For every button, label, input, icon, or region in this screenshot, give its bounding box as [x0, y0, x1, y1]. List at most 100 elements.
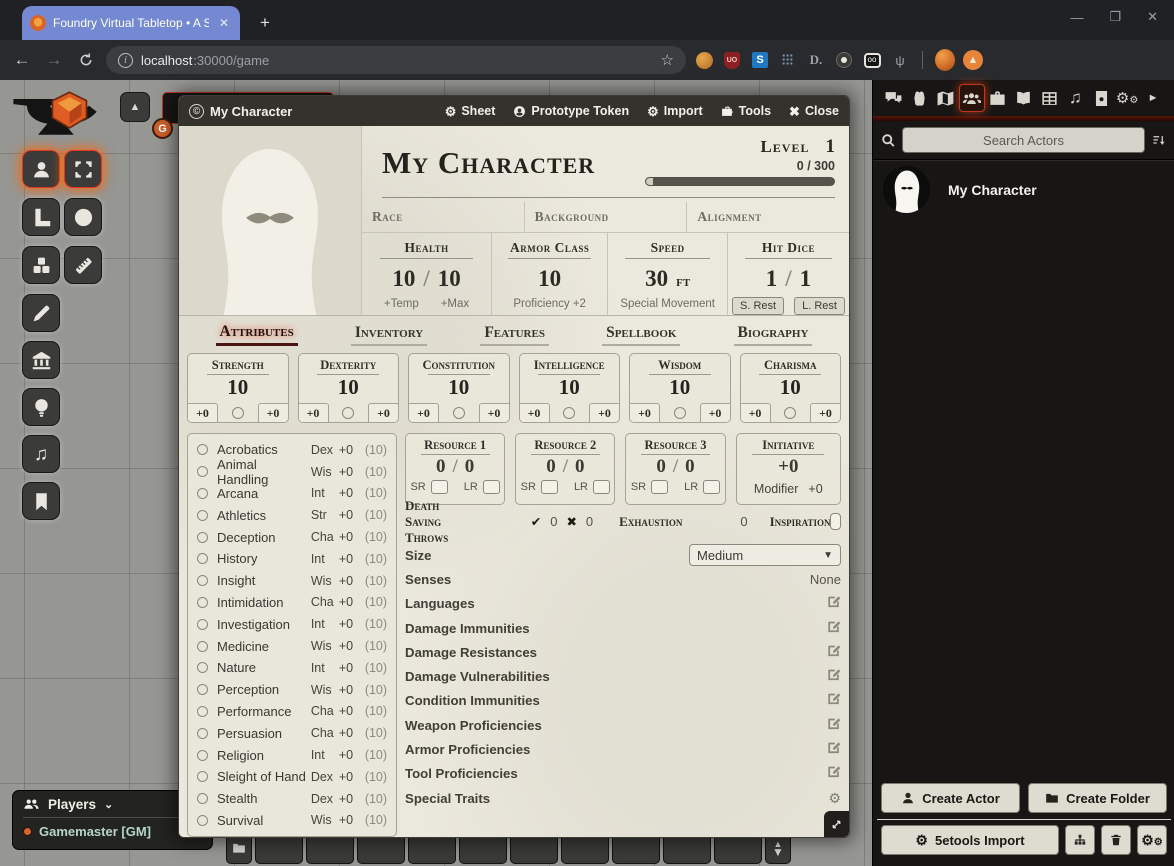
window-titlebar[interactable]: © My Character ⚙ Sheet Prototype Token ⚙… [179, 96, 849, 126]
skill-proficiency-radio[interactable] [197, 793, 208, 804]
box-icon[interactable]: oo [862, 50, 882, 70]
ability-modifier[interactable]: +0 [188, 403, 218, 422]
sheet-tab[interactable]: Biography [734, 324, 813, 346]
ability-score[interactable]: 10 [227, 375, 248, 400]
skill-row[interactable]: Investigation Int +0 (10) [197, 613, 387, 635]
skill-proficiency-radio[interactable] [197, 532, 208, 543]
search-input[interactable] [902, 127, 1145, 153]
resource-card[interactable]: Resource 2 0 / 0 SR LR [515, 433, 615, 505]
edit-icon[interactable] [827, 764, 841, 783]
sort-filter-icon[interactable] [1151, 133, 1166, 148]
skill-name[interactable]: Investigation [217, 617, 311, 632]
race-field[interactable]: Race [362, 202, 524, 232]
window-maximize-icon[interactable]: ❐ [1109, 9, 1121, 25]
forward-icon[interactable]: → [42, 48, 66, 72]
skill-row[interactable]: Medicine Wis +0 (10) [197, 635, 387, 657]
lr-checkbox[interactable] [593, 480, 610, 494]
skill-row[interactable]: Intimidation Cha +0 (10) [197, 592, 387, 614]
skill-name[interactable]: Acrobatics [217, 442, 311, 457]
edit-icon[interactable] [827, 619, 841, 638]
drawing-tool[interactable] [22, 294, 60, 332]
ruler-tool[interactable] [22, 198, 60, 236]
skill-row[interactable]: Survival Wis +0 (10) [197, 810, 387, 832]
skill-row[interactable]: Performance Cha +0 (10) [197, 701, 387, 723]
skill-proficiency-radio[interactable] [197, 510, 208, 521]
edit-icon[interactable] [827, 691, 841, 710]
window-minimize-icon[interactable]: — [1070, 10, 1083, 25]
hp-max[interactable]: 10 [438, 266, 461, 292]
import-button[interactable]: ⚙ Import [647, 104, 703, 118]
ability-save[interactable]: +0 [368, 403, 398, 422]
grid-icon[interactable]: ▪▪▪▪▪▪▪▪▪ [778, 50, 798, 70]
skill-name[interactable]: Medicine [217, 639, 311, 654]
players-header[interactable]: Players ⌄ [23, 796, 202, 818]
ability-save[interactable]: +0 [700, 403, 730, 422]
death-failure-icon[interactable]: ✖ [566, 514, 576, 529]
ability-save[interactable]: +0 [258, 403, 288, 422]
death-failure-count[interactable]: 0 [586, 514, 593, 529]
resource-card[interactable]: Resource 1 0 / 0 SR LR [405, 433, 505, 505]
lr-checkbox[interactable] [483, 480, 500, 494]
scenes-tab[interactable] [933, 84, 959, 112]
ability-score[interactable]: 10 [559, 375, 580, 400]
edit-icon[interactable] [827, 594, 841, 613]
ability-score[interactable]: 10 [669, 375, 690, 400]
sound-tool[interactable]: ♫ [22, 435, 60, 473]
tiles-tool[interactable] [22, 341, 60, 379]
skill-row[interactable]: Persuasion Cha +0 (10) [197, 722, 387, 744]
ability-card[interactable]: Strength 10 +0 +0 [187, 353, 289, 423]
sr-checkbox[interactable] [541, 480, 558, 494]
lr-checkbox[interactable] [703, 480, 720, 494]
resource-max[interactable]: 0 [685, 456, 695, 478]
resource-value[interactable]: 0 [546, 456, 556, 478]
measure-tool[interactable] [64, 246, 102, 284]
resource-label[interactable]: Resource 3 [645, 438, 707, 453]
dice-tool[interactable] [22, 246, 60, 284]
skill-name[interactable]: Sleight of Hand [217, 769, 311, 784]
bookmark-star-icon[interactable]: ☆ [661, 51, 674, 69]
ability-modifier[interactable]: +0 [409, 403, 439, 422]
initiative-value[interactable]: +0 [778, 456, 798, 478]
skill-proficiency-radio[interactable] [197, 575, 208, 586]
stylus-icon[interactable]: S [750, 50, 770, 70]
configure-button[interactable]: ⚙⚙ [1137, 825, 1167, 855]
ac-value[interactable]: 10 [538, 266, 561, 292]
skill-name[interactable]: Stealth [217, 791, 311, 806]
alignment-field[interactable]: Alignment [686, 202, 849, 232]
select-token-tool[interactable] [22, 150, 60, 188]
target-select-tool[interactable] [64, 150, 102, 188]
ability-score[interactable]: 10 [338, 375, 359, 400]
save-proficiency-radio[interactable] [784, 407, 796, 419]
actor-avatar[interactable] [883, 166, 930, 213]
fork-icon[interactable]: ψ [890, 50, 910, 70]
game-canvas[interactable]: ▲ G ♫ [0, 80, 1174, 866]
new-tab-button[interactable]: + [252, 10, 278, 36]
resource-label[interactable]: Resource 2 [534, 438, 596, 453]
5etools-import-button[interactable]: ⚙ 5etools Import [881, 825, 1059, 855]
sheet-tab[interactable]: Spellbook [602, 324, 680, 346]
ability-card[interactable]: Dexterity 10 +0 +0 [298, 353, 400, 423]
hp-temp-label[interactable]: +Temp [384, 298, 419, 310]
save-proficiency-radio[interactable] [232, 407, 244, 419]
background-field[interactable]: Background [524, 202, 687, 232]
level-value[interactable]: 1 [826, 136, 836, 157]
ability-score[interactable]: 10 [448, 375, 469, 400]
page-down-icon[interactable]: ▼ [772, 848, 784, 856]
window-resize-handle[interactable] [824, 811, 849, 837]
notes-tool[interactable] [22, 482, 60, 520]
skill-name[interactable]: Performance [217, 704, 311, 719]
edit-icon[interactable] [827, 643, 841, 662]
sr-checkbox[interactable] [431, 480, 448, 494]
character-sheet-window[interactable]: © My Character ⚙ Sheet Prototype Token ⚙… [178, 95, 850, 838]
ability-card[interactable]: Charisma 10 +0 +0 [740, 353, 842, 423]
skill-proficiency-radio[interactable] [197, 444, 208, 455]
save-proficiency-radio[interactable] [453, 407, 465, 419]
chat-tab[interactable] [881, 84, 907, 112]
actor-list-item[interactable]: My Character [873, 160, 1174, 219]
senses-value[interactable]: None [810, 572, 841, 587]
ability-modifier[interactable]: +0 [741, 403, 771, 422]
cookie-icon[interactable] [694, 50, 714, 70]
resource-card[interactable]: Resource 3 0 / 0 SR LR [625, 433, 725, 505]
ability-save[interactable]: +0 [810, 403, 840, 422]
character-portrait[interactable] [179, 126, 362, 315]
